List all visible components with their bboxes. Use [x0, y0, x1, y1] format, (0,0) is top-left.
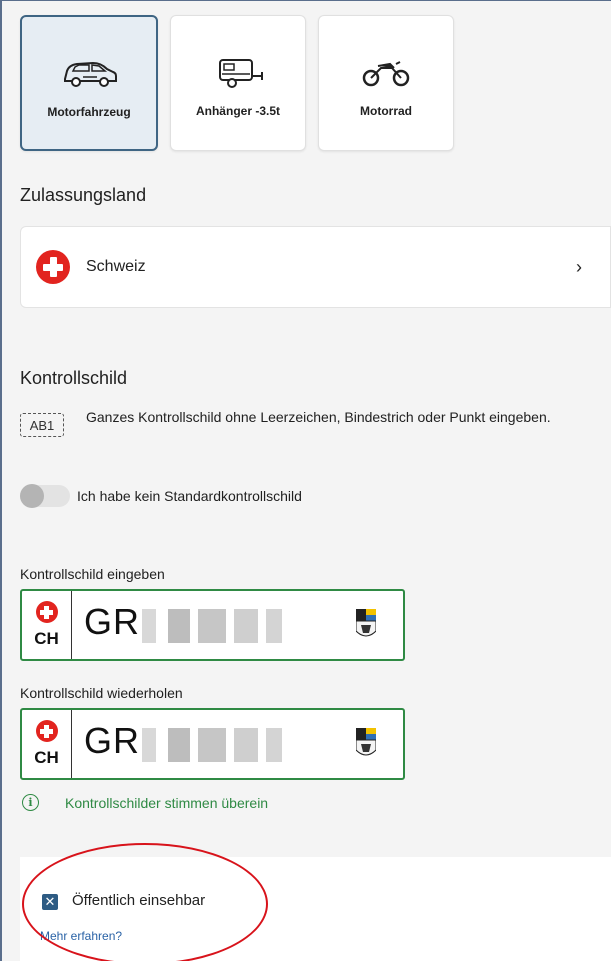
plate-hint-text: Ganzes Kontrollschild ohne Leerzeichen, … [86, 409, 551, 425]
match-text: Kontrollschilder stimmen überein [65, 794, 269, 811]
redacted-digit [198, 728, 226, 762]
swiss-flag-icon [36, 250, 70, 284]
graubuenden-crest-icon [356, 609, 376, 637]
redacted-digit [198, 609, 226, 643]
vehicle-label: Anhänger -3.5t [195, 104, 280, 118]
chevron-right-icon: › [576, 257, 582, 277]
plate-format-icon: AB1 [20, 413, 64, 437]
redacted-digit [234, 728, 258, 762]
frame-border-left [0, 0, 2, 961]
plate-country-badge: CH [22, 591, 72, 659]
trailer-icon [219, 59, 263, 88]
redacted-digit [266, 609, 282, 643]
plate-section-title: Kontrollschild [20, 368, 128, 388]
plate-canton-prefix: GR [84, 720, 140, 761]
redacted-digit [234, 609, 258, 643]
swiss-cross-icon [35, 601, 58, 623]
info-icon: i [22, 794, 39, 811]
vehicle-type-selector: Motorfahrzeug Anhänger -3.5t Motorrad [20, 15, 454, 151]
vehicle-tile-motorfahrzeug[interactable]: Motorfahrzeug [20, 15, 158, 151]
vehicle-tile-anhaenger[interactable]: Anhänger -3.5t [170, 15, 306, 151]
redacted-digit [142, 609, 156, 643]
vehicle-tile-motorrad[interactable]: Motorrad [318, 15, 454, 151]
plate-repeat-field[interactable]: CH GR [20, 708, 405, 780]
redacted-digit [168, 728, 190, 762]
annotation-highlight-ellipse [22, 843, 268, 961]
redacted-digit [142, 728, 156, 762]
toggle-knob [20, 484, 44, 508]
frame-border-top [0, 0, 611, 1]
no-standard-plate-toggle[interactable] [20, 484, 70, 508]
country-selector[interactable]: Schweiz › [20, 226, 611, 308]
plate-hint: AB1 Ganzes Kontrollschild ohne Leerzeich… [20, 405, 576, 437]
country-code: CH [34, 748, 59, 767]
motorcycle-icon [362, 61, 410, 87]
country-code: CH [34, 629, 59, 648]
plate-input-field[interactable]: CH GR [20, 589, 405, 661]
country-section-title: Zulassungsland [20, 185, 147, 205]
plate-repeat-label: Kontrollschild wiederholen [20, 685, 183, 701]
redacted-digit [266, 728, 282, 762]
toggle-label: Ich habe kein Standardkontrollschild [77, 488, 302, 504]
car-icon [64, 61, 117, 87]
country-name: Schweiz [86, 258, 146, 275]
plate-match-message: i Kontrollschilder stimmen überein [22, 794, 268, 811]
plate-canton-prefix: GR [84, 601, 140, 642]
vehicle-label: Motorrad [360, 104, 412, 118]
plate-input-label: Kontrollschild eingeben [20, 566, 165, 582]
redacted-digit [168, 609, 190, 643]
no-standard-plate-toggle-row: Ich habe kein Standardkontrollschild [20, 484, 302, 508]
plate-country-badge: CH [22, 710, 72, 778]
vehicle-label: Motorfahrzeug [47, 105, 131, 119]
swiss-cross-icon [35, 720, 58, 742]
graubuenden-crest-icon [356, 728, 376, 756]
